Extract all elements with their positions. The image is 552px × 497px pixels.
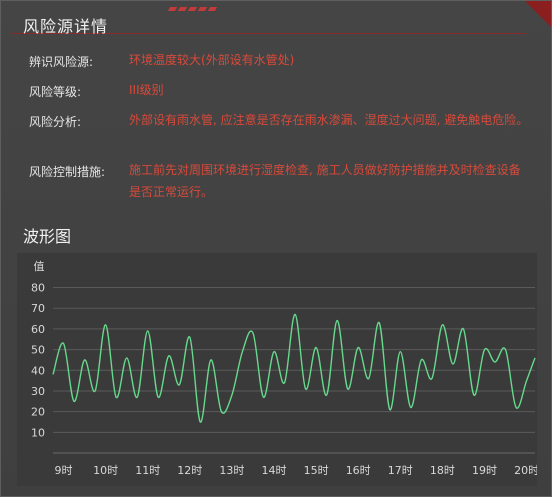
x-tick-label: 13时 — [219, 464, 244, 477]
y-tick-label: 70 — [31, 302, 45, 315]
title-stripe-decoration — [197, 7, 208, 11]
detail-value-risk-control: 施工前先对周围环境进行湿度检查, 施工人员做好防护措施并及时检查设备是否正常运行… — [129, 163, 521, 199]
x-tick-label: 16时 — [346, 464, 371, 477]
y-axis-label: 值 — [34, 260, 45, 273]
corner-decoration — [525, 1, 551, 27]
waveform-title: 波形图 — [23, 227, 72, 246]
x-tick-label: 17时 — [388, 464, 413, 477]
risk-source-panel: 风险源详情 辨识风险源: 环境温度较大(外部设有水管处) 风险等级: III级别… — [0, 0, 552, 497]
y-tick-label: 80 — [31, 282, 45, 295]
y-tick-label: 30 — [31, 385, 45, 398]
waveform-chart: 值 10 20 30 40 50 60 70 80 9时 10时 11时 12时 13时 14时 15时 16时… — [17, 253, 539, 486]
detail-label-risk-level: 风险等级: — [29, 85, 82, 99]
detail-value-risk-source: 环境温度较大(外部设有水管处) — [129, 53, 295, 67]
detail-label-risk-control: 风险控制措施: — [29, 165, 106, 179]
y-tick-label: 60 — [31, 323, 45, 336]
detail-value-risk-level: III级别 — [129, 83, 164, 97]
title-stripe-decoration — [167, 7, 178, 11]
panel-title: 风险源详情 — [23, 17, 109, 36]
x-tick-label: 9时 — [55, 464, 73, 477]
waveform-chart-svg: 值 10 20 30 40 50 60 70 80 9时 10时 11时 12时 13时 14时 15时 16时… — [31, 260, 539, 477]
x-tick-label: 20时 — [514, 464, 537, 477]
y-tick-label: 50 — [31, 344, 45, 357]
title-stripe-decoration — [187, 7, 198, 11]
y-tick-label: 20 — [31, 406, 45, 419]
x-tick-label: 14时 — [262, 464, 287, 477]
x-tick-label: 18时 — [430, 464, 455, 477]
waveform-series-line — [52, 313, 536, 423]
x-tick-label: 12时 — [177, 464, 202, 477]
detail-label-risk-source: 辨识风险源: — [29, 55, 94, 69]
detail-label-risk-analysis: 风险分析: — [29, 115, 82, 129]
x-tick-label: 19时 — [472, 464, 497, 477]
x-tick-label: 10时 — [93, 464, 118, 477]
x-tick-label: 15时 — [304, 464, 329, 477]
y-tick-label: 10 — [31, 426, 45, 439]
x-tick-label: 11时 — [135, 464, 160, 477]
title-stripe-decoration — [177, 7, 188, 11]
y-tick-label: 40 — [31, 364, 45, 377]
detail-value-risk-analysis: 外部设有雨水管, 应注意是否存在雨水渗漏、湿度过大问题, 避免触电危险。 — [129, 113, 529, 127]
title-stripe-decoration — [207, 7, 218, 11]
